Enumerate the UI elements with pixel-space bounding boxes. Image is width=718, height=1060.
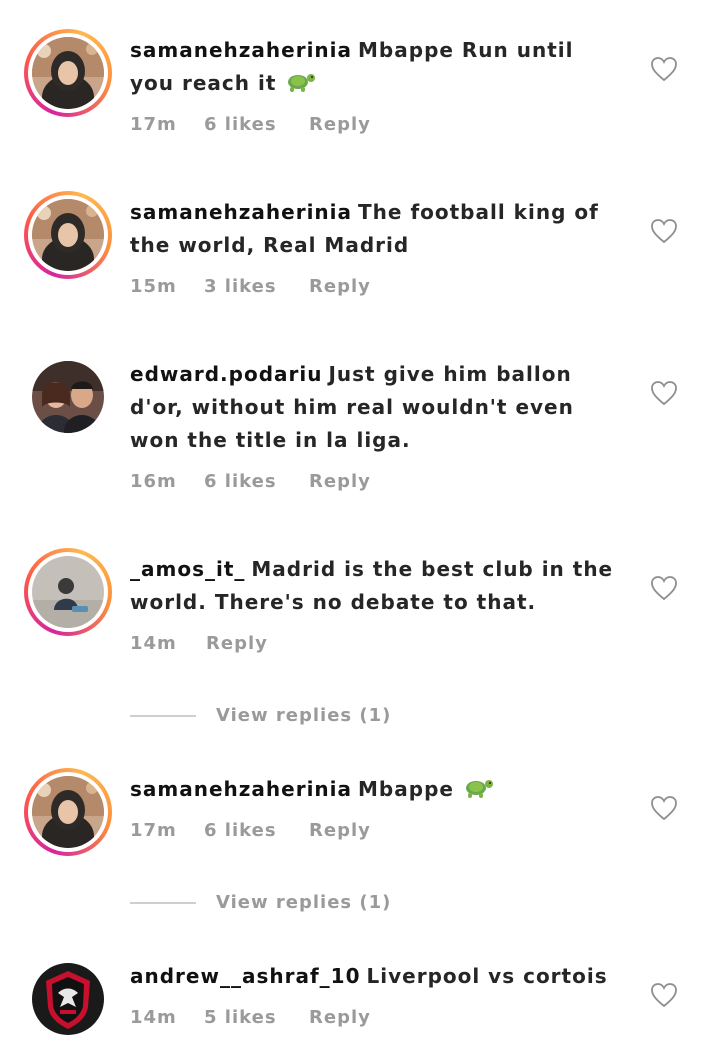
- comment-text-block: samanehzaherinia Mbappe Run until you rea…: [130, 34, 620, 104]
- comment-time: 14m: [130, 633, 177, 654]
- view-replies-button[interactable]: View replies (1): [130, 701, 530, 731]
- comment-text-block: andrew__ashraf_10 Liverpool vs cortois: [130, 960, 620, 993]
- avatar-story-ring[interactable]: [24, 768, 112, 856]
- avatar: [32, 963, 104, 1035]
- avatar: [32, 776, 104, 848]
- comment-text: Liverpool vs cortois: [366, 964, 608, 988]
- comment-username[interactable]: andrew__ashraf_10: [130, 964, 361, 988]
- comment-time: 16m: [130, 471, 177, 492]
- comment-text-block: _amos_it_ Madrid is the best club in the …: [130, 553, 620, 619]
- comment-likes[interactable]: 6 likes: [204, 114, 309, 135]
- avatar: [32, 361, 104, 433]
- view-replies-divider: [130, 715, 196, 717]
- avatar-wrapper[interactable]: [24, 963, 112, 1051]
- comment-username[interactable]: samanehzaherinia: [130, 38, 352, 62]
- reply-button[interactable]: Reply: [309, 1007, 371, 1028]
- woman-hijab-avatar-icon: [32, 199, 104, 271]
- avatar: [32, 556, 104, 628]
- comment-likes[interactable]: 5 likes: [204, 1007, 309, 1028]
- avatar: [32, 37, 104, 109]
- al-ahly-logo-avatar-icon: [32, 963, 104, 1035]
- avatar-wrapper[interactable]: [24, 361, 112, 449]
- heart-icon[interactable]: [650, 795, 678, 821]
- woman-hijab-avatar-icon: [32, 37, 104, 109]
- turtle-emoji-icon: [284, 68, 316, 104]
- comment-text-block: samanehzaherinia Mbappe: [130, 773, 620, 810]
- reply-button[interactable]: Reply: [309, 471, 371, 492]
- comment-meta: 14m Reply: [130, 633, 268, 654]
- avatar: [32, 199, 104, 271]
- view-replies-button[interactable]: View replies (1): [130, 888, 530, 918]
- heart-icon[interactable]: [650, 218, 678, 244]
- avatar-story-ring[interactable]: [24, 548, 112, 636]
- comment-username[interactable]: samanehzaherinia: [130, 200, 352, 224]
- comment-meta: 17m 6 likes Reply: [130, 114, 371, 135]
- comment-likes[interactable]: 6 likes: [204, 820, 309, 841]
- couple-avatar-icon: [32, 361, 104, 433]
- comment-time: 17m: [130, 114, 177, 135]
- heart-icon[interactable]: [650, 575, 678, 601]
- view-replies-label: View replies (1): [216, 892, 392, 913]
- comment-time: 17m: [130, 820, 177, 841]
- woman-hijab-avatar-icon: [32, 776, 104, 848]
- comment-time: 14m: [130, 1007, 177, 1028]
- comment-meta: 16m 6 likes Reply: [130, 471, 371, 492]
- reply-button[interactable]: Reply: [309, 820, 371, 841]
- avatar-story-ring[interactable]: [24, 29, 112, 117]
- comment-time: 15m: [130, 276, 177, 297]
- turtle-emoji-icon: [462, 774, 494, 810]
- comment-text-block: samanehzaherinia The football king of the…: [130, 196, 620, 262]
- reply-button[interactable]: Reply: [309, 114, 371, 135]
- comment-likes[interactable]: 6 likes: [204, 471, 309, 492]
- view-replies-label: View replies (1): [216, 705, 392, 726]
- comment-username[interactable]: samanehzaherinia: [130, 777, 352, 801]
- heart-icon[interactable]: [650, 380, 678, 406]
- comment-text-block: edward.podariu Just give him ballon d'or,…: [130, 358, 620, 457]
- comment-username[interactable]: _amos_it_: [130, 557, 245, 581]
- comment-username[interactable]: edward.podariu: [130, 362, 322, 386]
- comment-meta: 15m 3 likes Reply: [130, 276, 371, 297]
- heart-icon[interactable]: [650, 56, 678, 82]
- avatar-story-ring[interactable]: [24, 191, 112, 279]
- view-replies-divider: [130, 902, 196, 904]
- comment-meta: 14m 5 likes Reply: [130, 1007, 371, 1028]
- heart-icon[interactable]: [650, 982, 678, 1008]
- comment-text: Mbappe: [358, 777, 454, 801]
- person-floor-avatar-icon: [32, 556, 104, 628]
- reply-button[interactable]: Reply: [206, 633, 268, 654]
- reply-button[interactable]: Reply: [309, 276, 371, 297]
- comment-meta: 17m 6 likes Reply: [130, 820, 371, 841]
- comment-likes[interactable]: 3 likes: [204, 276, 309, 297]
